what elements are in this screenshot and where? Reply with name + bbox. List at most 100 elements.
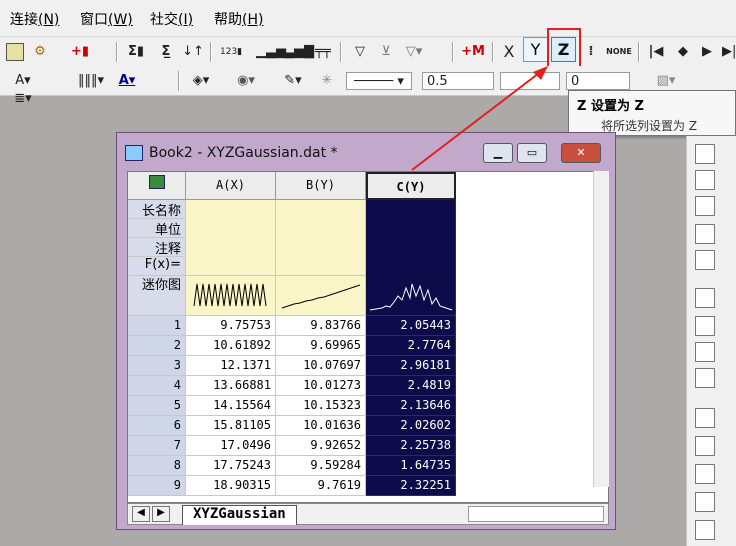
select-all-corner[interactable] [128, 172, 186, 200]
cell-a[interactable]: 15.81105 [186, 416, 276, 436]
row-header[interactable]: 1 [128, 316, 186, 336]
cell-a[interactable]: 12.1371 [186, 356, 276, 376]
grouped-bar-icon[interactable]: ▃▅▇ [284, 43, 314, 61]
remove-filter-icon[interactable]: ⊻ [376, 43, 396, 61]
column-header-b[interactable]: B(Y) [276, 172, 366, 200]
filter-icon[interactable]: ▽ [350, 43, 370, 61]
add-column-icon[interactable]: +▮ [70, 43, 90, 61]
color-select[interactable] [500, 72, 560, 90]
set-x-button[interactable]: X [500, 43, 518, 61]
column-pattern-icon[interactable]: ‖‖‖▾ [78, 72, 104, 90]
column-header-c[interactable]: C(Y) [366, 172, 456, 200]
fill-color-icon[interactable]: ◈▾ [188, 72, 214, 90]
column-b-header-cells[interactable] [276, 200, 366, 276]
row-header[interactable]: 9 [128, 476, 186, 496]
bar-chart-icon[interactable]: ▁▃▅ [256, 43, 286, 61]
next-column-icon[interactable]: ▶ [700, 43, 714, 61]
last-column-icon[interactable]: ▶| [722, 43, 736, 61]
cell-a[interactable]: 17.0496 [186, 436, 276, 456]
font-color-icon[interactable]: A▾ [114, 72, 140, 90]
cell-a[interactable]: 10.61892 [186, 336, 276, 356]
edit-icon[interactable] [6, 43, 24, 61]
menu-window[interactable]: 窗口(W) [80, 9, 133, 29]
rotate-icon[interactable] [695, 224, 715, 244]
restore-button[interactable]: ▭ [517, 143, 547, 163]
cell-c[interactable]: 2.7764 [366, 336, 456, 356]
menu-social[interactable]: 社交(I) [150, 9, 193, 29]
row-header[interactable]: 4 [128, 376, 186, 396]
sort-icon[interactable]: ↓↑ [182, 43, 204, 61]
row-header[interactable]: 5 [128, 396, 186, 416]
row-header[interactable]: 2 [128, 336, 186, 356]
cell-b[interactable]: 9.7619 [276, 476, 366, 496]
tool-icon-1[interactable] [695, 144, 715, 164]
scroll-tabs-right-button[interactable]: ▶ [152, 506, 170, 522]
cell-a[interactable]: 13.66881 [186, 376, 276, 396]
row-header[interactable]: 8 [128, 456, 186, 476]
menu-connect[interactable]: 连接(N) [10, 9, 59, 29]
value-select[interactable]: 0 [566, 72, 630, 90]
cell-b[interactable]: 10.01273 [276, 376, 366, 396]
cell-a[interactable]: 9.75753 [186, 316, 276, 336]
cell-b[interactable]: 10.07697 [276, 356, 366, 376]
horizontal-scrollbar[interactable] [468, 506, 604, 522]
layout-icon-4[interactable] [695, 368, 715, 388]
fill-pattern-icon[interactable]: ▨▾ ⊞▾ [646, 72, 686, 106]
cell-c[interactable]: 2.4819 [366, 376, 456, 396]
pattern-icon[interactable]: ◉▾ [232, 72, 260, 90]
cell-b[interactable]: 9.83766 [276, 316, 366, 336]
tool-icon-2[interactable] [695, 170, 715, 190]
layout-icon-9[interactable] [695, 520, 715, 540]
cell-a[interactable]: 14.15564 [186, 396, 276, 416]
layout-icon-1[interactable] [695, 288, 715, 308]
cell-b[interactable]: 10.15323 [276, 396, 366, 416]
font-size-icon[interactable]: A▾ ≣▾ [8, 72, 38, 106]
cell-c[interactable]: 2.25738 [366, 436, 456, 456]
cell-c[interactable]: 2.96181 [366, 356, 456, 376]
tool-icon-5[interactable] [695, 250, 715, 270]
menu-help[interactable]: 帮助(H) [214, 9, 263, 29]
scroll-tabs-left-button[interactable]: ◀ [132, 506, 150, 522]
first-column-icon[interactable]: |◀ [648, 43, 664, 61]
cell-c[interactable]: 2.32251 [366, 476, 456, 496]
line-style-select[interactable]: ───── ▾ [346, 72, 412, 90]
line-width-select[interactable]: 0.5 [422, 72, 494, 90]
row-numbers-icon[interactable]: 123▮ [220, 43, 242, 61]
tool-icon-3[interactable] [695, 196, 715, 216]
previous-column-icon[interactable]: ◆ [676, 43, 690, 61]
statistics-icon[interactable]: Σ̲ [156, 43, 176, 61]
close-button[interactable]: ✕ [561, 143, 601, 163]
column-a-header-cells[interactable] [186, 200, 276, 276]
row-header[interactable]: 3 [128, 356, 186, 376]
row-header[interactable]: 6 [128, 416, 186, 436]
filter-settings-icon[interactable]: ▽▾ [402, 43, 426, 61]
cell-b[interactable]: 10.01636 [276, 416, 366, 436]
cell-b[interactable]: 9.69965 [276, 336, 366, 356]
layout-icon-3[interactable] [695, 342, 715, 362]
set-y-button[interactable]: Y [523, 37, 548, 62]
vertical-scrollbar[interactable] [593, 171, 609, 487]
column-header-a[interactable]: A(X) [186, 172, 276, 200]
cell-b[interactable]: 9.59284 [276, 456, 366, 476]
add-marker-icon[interactable]: +M [460, 43, 486, 61]
tree-chart-icon[interactable]: ╤╤ [312, 43, 334, 61]
set-none-button[interactable]: NONE [604, 43, 634, 61]
sum-icon[interactable]: Σ▮ [126, 43, 146, 61]
sheet-tab-xyzgaussian[interactable]: XYZGaussian [182, 505, 297, 525]
cell-c[interactable]: 2.02602 [366, 416, 456, 436]
light-icon[interactable]: ✳ [316, 72, 338, 90]
row-header[interactable]: 7 [128, 436, 186, 456]
cell-c[interactable]: 1.64735 [366, 456, 456, 476]
layout-icon-8[interactable] [695, 492, 715, 512]
cell-c[interactable]: 2.05443 [366, 316, 456, 336]
layout-icon-5[interactable] [695, 408, 715, 428]
set-error-icon[interactable]: ⁞ [584, 43, 598, 61]
gear-icon[interactable]: ⚙ [30, 43, 50, 61]
layout-icon-6[interactable] [695, 436, 715, 456]
layout-icon-2[interactable] [695, 316, 715, 336]
minimize-button[interactable]: ▁ [483, 143, 513, 163]
cell-b[interactable]: 9.92652 [276, 436, 366, 456]
line-color-icon[interactable]: ✎▾ [278, 72, 308, 90]
layout-icon-7[interactable] [695, 464, 715, 484]
cell-a[interactable]: 18.90315 [186, 476, 276, 496]
